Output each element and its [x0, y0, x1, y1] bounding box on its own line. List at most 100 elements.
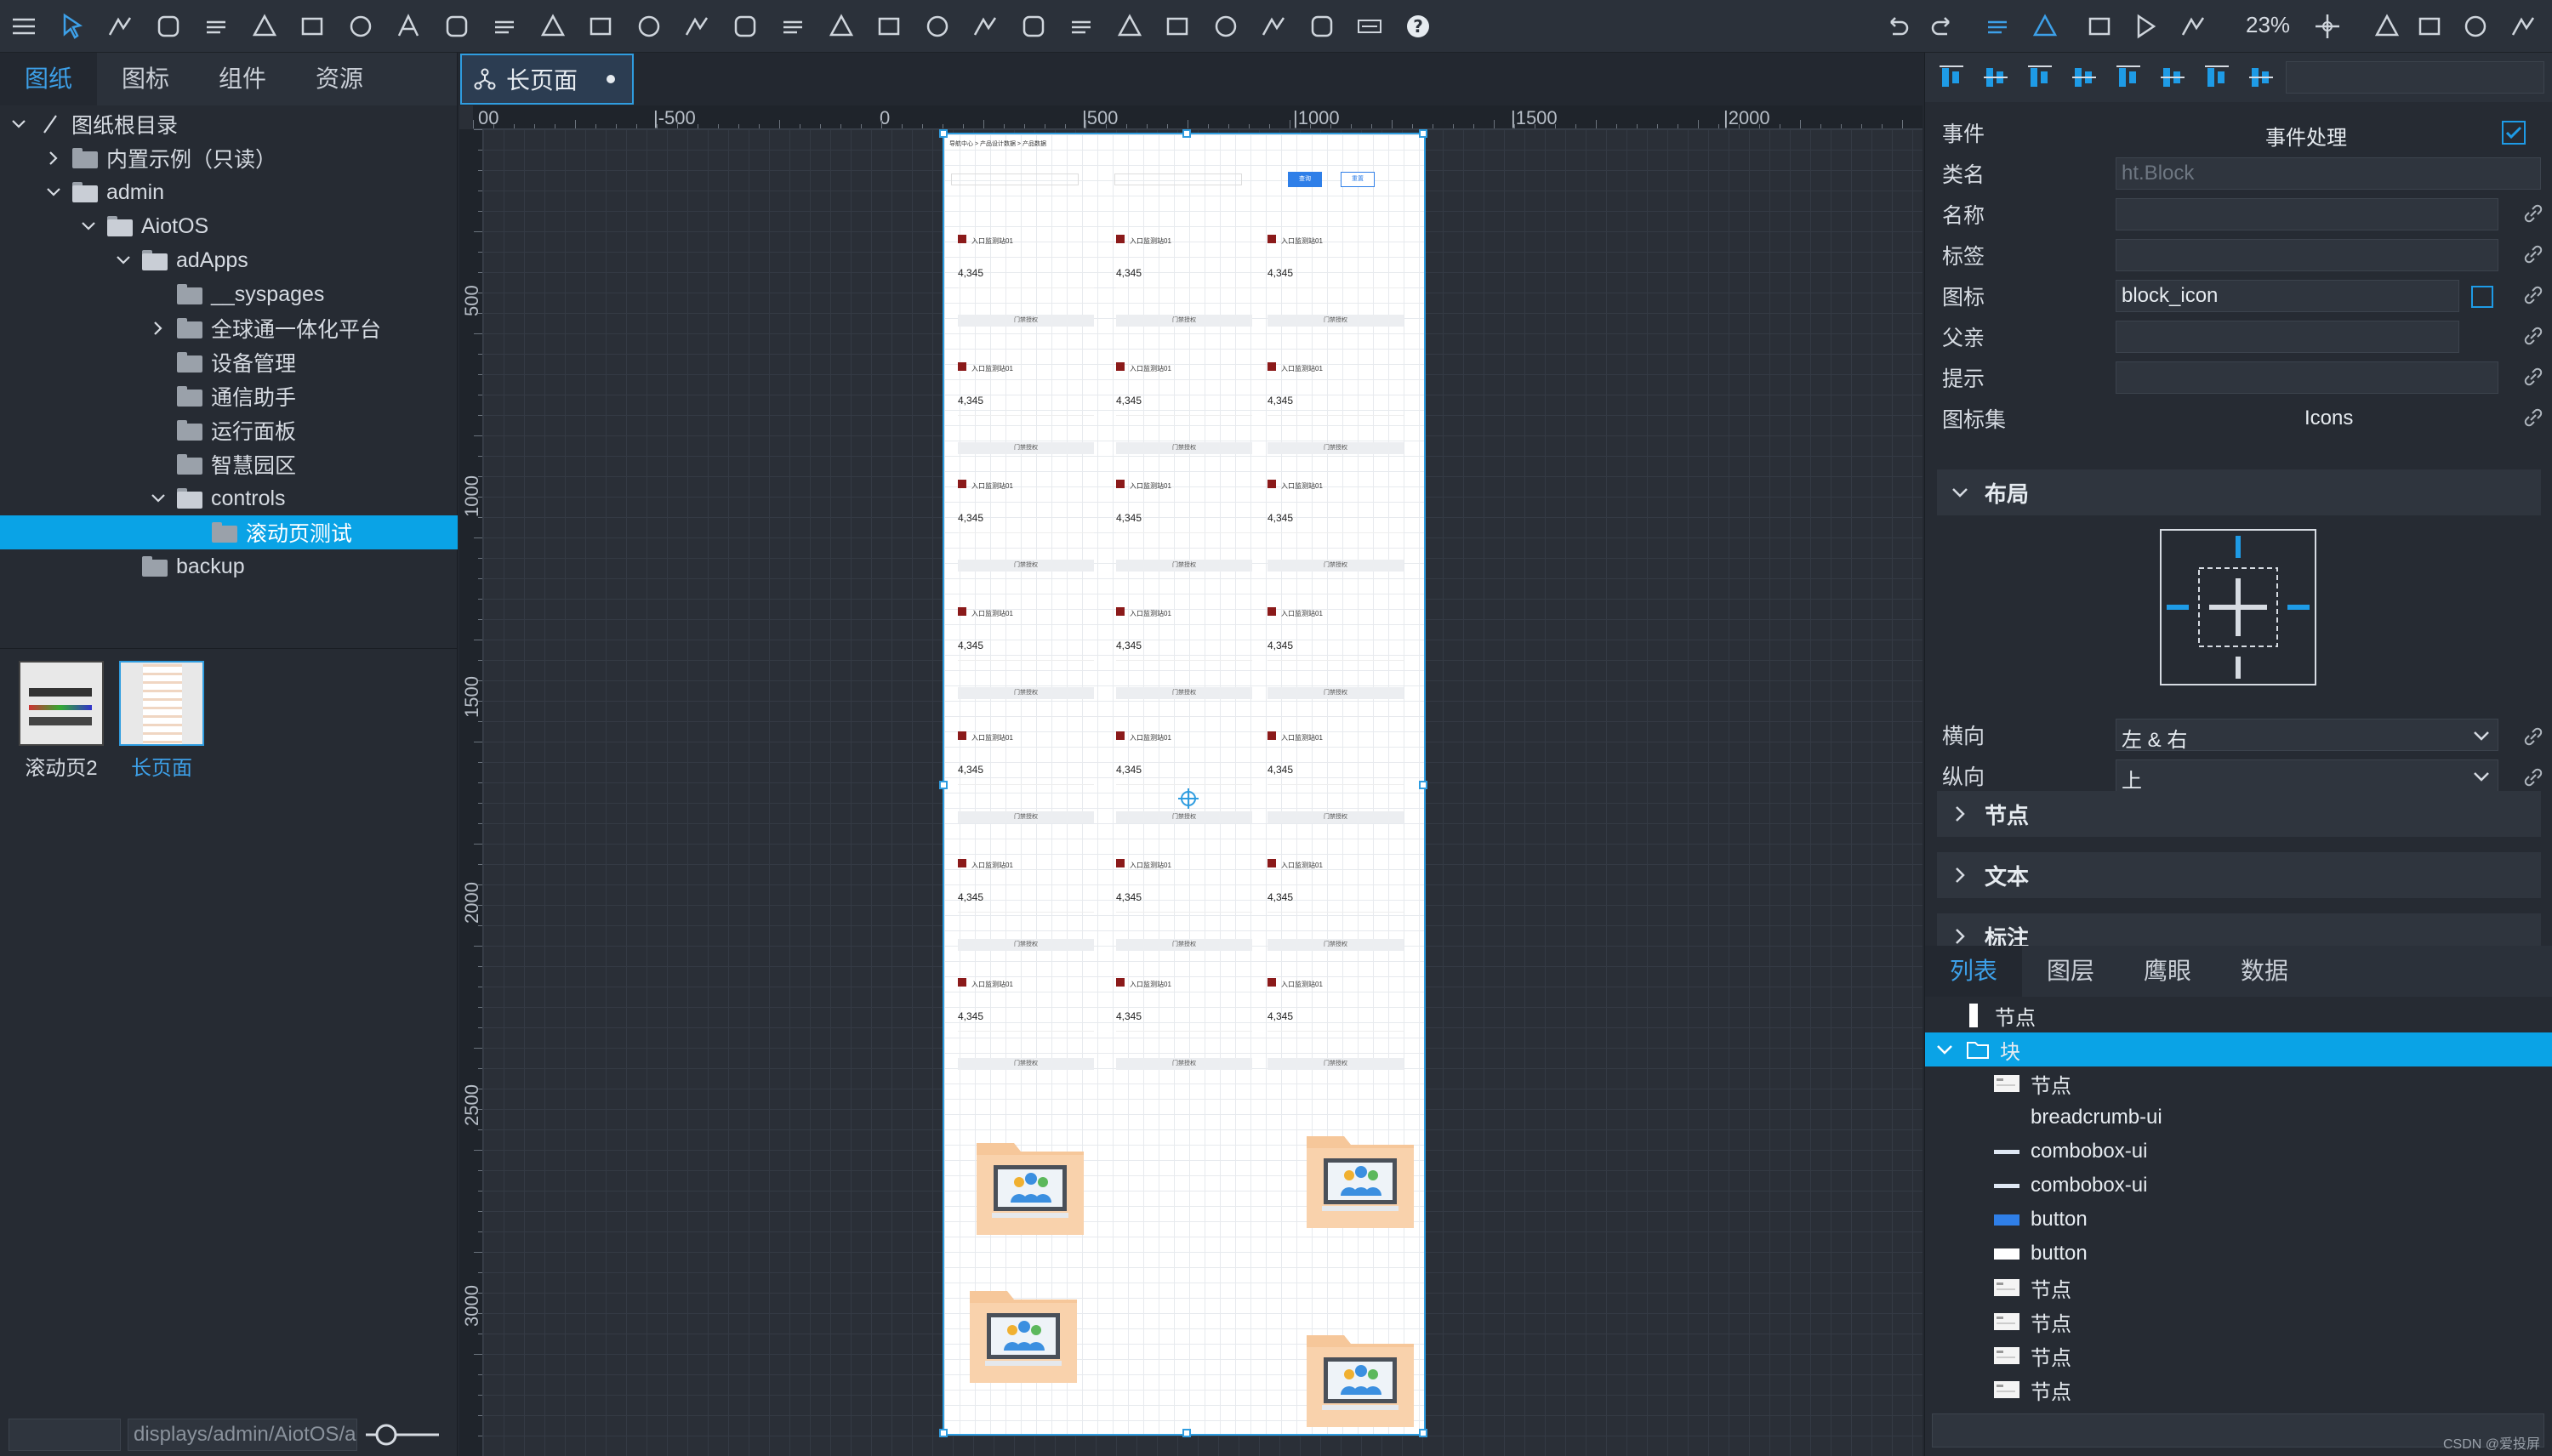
monitor-card[interactable]: 入口监测站01 4,345 门禁授权	[956, 606, 1097, 714]
color-swatch[interactable]	[2471, 286, 2493, 308]
page-preview[interactable]: 导航中心 > 产品设计数据 > 产品数据 查询 重置 入口监测站01 4,345 门…	[939, 129, 1427, 1437]
size-slider[interactable]	[364, 1422, 441, 1447]
card-button[interactable]: 门禁授权	[958, 560, 1094, 572]
monitor-card[interactable]: 入口监测站01 4,345 门禁授权	[956, 976, 1097, 1085]
card-button[interactable]: 门禁授权	[1267, 939, 1404, 951]
link-icon[interactable]	[2521, 282, 2546, 308]
tree-item[interactable]: 全球通一体化平台	[0, 311, 458, 345]
crop-icon[interactable]	[1979, 8, 2016, 45]
tree-item[interactable]: admin	[0, 175, 458, 209]
tab-3[interactable]: 资源	[291, 53, 388, 105]
card-button[interactable]: 门禁授权	[1116, 442, 1252, 454]
monitor-card[interactable]: 入口监测站01 4,345 门禁授权	[1266, 976, 1407, 1085]
list-item[interactable]: 节点	[1925, 1066, 2552, 1101]
connector-icon[interactable]	[823, 8, 860, 45]
window-icon[interactable]	[1159, 8, 1196, 45]
align-icon[interactable]	[2070, 63, 2099, 92]
bottom-tab[interactable]: 鹰眼	[2119, 946, 2216, 997]
combobox-2[interactable]	[1114, 173, 1242, 185]
layers-icon[interactable]	[1303, 8, 1341, 45]
tab-long-page[interactable]: 长页面	[460, 54, 634, 105]
link-icon[interactable]	[2521, 724, 2546, 749]
section-layout[interactable]: 布局	[1937, 469, 2541, 515]
monitor-card[interactable]: 入口监测站01 4,345 门禁授权	[1266, 361, 1407, 469]
zoom-level[interactable]: 23%	[2246, 12, 2290, 38]
list-item[interactable]: 节点	[1925, 1339, 2552, 1373]
tab-2[interactable]: 组件	[194, 53, 291, 105]
card-button[interactable]: 门禁授权	[958, 315, 1094, 327]
link-icon[interactable]	[2521, 364, 2546, 390]
canvas[interactable]: 导航中心 > 产品设计数据 > 产品数据 查询 重置 入口监测站01 4,345 门…	[483, 129, 1923, 1456]
list-item[interactable]: breadcrumb-ui	[1925, 1101, 2552, 1135]
menu-icon[interactable]	[5, 8, 43, 45]
monitor-card[interactable]: 入口监测站01 4,345 门禁授权	[1266, 730, 1407, 839]
list-item[interactable]: combobox-ui	[1925, 1169, 2552, 1203]
bottom-tab[interactable]: 数据	[2216, 946, 2313, 997]
resize-handle[interactable]	[1419, 1429, 1427, 1437]
section-collapsed[interactable]: 文本	[1937, 852, 2541, 898]
button-icon[interactable]	[1207, 8, 1245, 45]
path-field[interactable]: displays/admin/AiotOS/a	[128, 1419, 357, 1451]
align-icon[interactable]	[1937, 63, 1966, 92]
align-icon[interactable]	[2202, 63, 2231, 92]
align-icon[interactable]	[2025, 63, 2054, 92]
tree-item[interactable]: 通信助手	[0, 379, 458, 413]
card-button[interactable]: 门禁授权	[1267, 442, 1404, 454]
rect-icon[interactable]	[246, 8, 283, 45]
reset-button[interactable]: 重置	[1341, 172, 1375, 187]
card-button[interactable]: 门禁授权	[1116, 687, 1252, 699]
grid-icon[interactable]	[2026, 8, 2064, 45]
list-item[interactable]: combobox-ui	[1925, 1135, 2552, 1169]
pen-icon[interactable]	[101, 8, 139, 45]
monitor-card[interactable]: 入口监测站01 4,345 门禁授权	[1114, 976, 1256, 1085]
monitor-card[interactable]: 入口监测站01 4,345 门禁授权	[1114, 730, 1256, 839]
toggle-icon[interactable]	[1062, 8, 1100, 45]
card-button[interactable]: 门禁授权	[958, 442, 1094, 454]
tree-item[interactable]: backup	[0, 549, 458, 583]
tree-item[interactable]: 图纸根目录	[0, 107, 458, 141]
crosshair-icon[interactable]	[2309, 8, 2346, 45]
tree-item[interactable]: AiotOS	[0, 209, 458, 243]
card-button[interactable]: 门禁授权	[1267, 811, 1404, 823]
prop-input[interactable]	[2116, 198, 2498, 230]
resize-handle[interactable]	[939, 781, 948, 789]
horizontal-select[interactable]: 左 & 右	[2116, 719, 2498, 752]
prop-input[interactable]	[2116, 361, 2498, 394]
play-icon[interactable]	[2127, 8, 2164, 45]
tree-item[interactable]: 设备管理	[0, 345, 458, 379]
text-icon[interactable]	[390, 8, 427, 45]
card-button[interactable]: 门禁授权	[1267, 560, 1404, 572]
monitor-icon[interactable]	[438, 8, 476, 45]
move-icon[interactable]	[2457, 8, 2494, 45]
monitor-card[interactable]: 入口监测站01 4,345 门禁授权	[956, 233, 1097, 342]
clock-icon[interactable]	[774, 8, 812, 45]
help-icon[interactable]: ?	[1399, 8, 1437, 45]
rounded-rect-icon[interactable]	[197, 8, 235, 45]
monitor-card[interactable]: 入口监测站01 4,345 门禁授权	[956, 730, 1097, 839]
thumbnail[interactable]	[119, 661, 204, 746]
card-button[interactable]: 门禁授权	[1116, 315, 1252, 327]
fit-width-icon[interactable]	[2368, 8, 2406, 45]
tree-item[interactable]: controls	[0, 481, 458, 515]
link-icon[interactable]	[2521, 323, 2546, 349]
select-pointer-icon[interactable]	[54, 8, 91, 45]
tree-item[interactable]: 内置示例（只读）	[0, 141, 458, 175]
bottom-tab[interactable]: 列表	[1925, 946, 2022, 997]
resize-handle[interactable]	[1182, 129, 1191, 138]
resize-handle[interactable]	[939, 129, 948, 138]
monitor-card[interactable]: 入口监测站01 4,345 门禁授权	[1114, 233, 1256, 342]
undo-icon[interactable]	[1878, 8, 1916, 45]
send-icon[interactable]	[2504, 8, 2542, 45]
thumbnail[interactable]	[19, 661, 104, 746]
card-button[interactable]: 门禁授权	[958, 811, 1094, 823]
edge-icon[interactable]	[630, 8, 668, 45]
monitor-card[interactable]: 入口监测站01 4,345 门禁授权	[1266, 478, 1407, 587]
event-checkbox[interactable]	[2502, 121, 2526, 145]
input-icon[interactable]	[1015, 8, 1052, 45]
align-icon[interactable]	[2114, 63, 2143, 92]
section-collapsed[interactable]: 节点	[1937, 791, 2541, 837]
monitor-card[interactable]: 入口监测站01 4,345 门禁授权	[956, 857, 1097, 966]
tree-item[interactable]: adApps	[0, 243, 458, 277]
monitor-card[interactable]: 入口监测站01 4,345 门禁授权	[1266, 857, 1407, 966]
panel-icon[interactable]	[486, 8, 523, 45]
